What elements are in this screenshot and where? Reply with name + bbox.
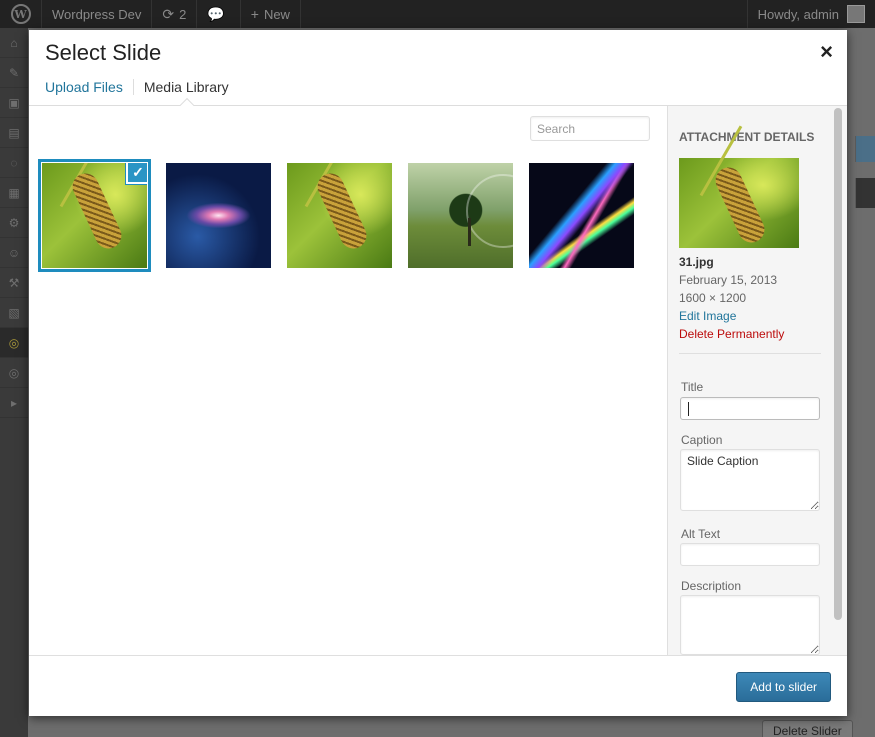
edit-image-link[interactable]: Edit Image [679, 309, 736, 323]
title-label: Title [681, 380, 704, 394]
attachment-date: February 15, 2013 [679, 273, 778, 287]
modal-title: Select Slide [45, 40, 162, 65]
appearance-icon[interactable]: ▦ [0, 178, 28, 208]
avatar [847, 5, 865, 23]
close-icon[interactable]: × [820, 40, 833, 64]
users-icon[interactable]: ☺ [0, 238, 28, 268]
attachment-dimensions: 1600 × 1200 [679, 291, 747, 305]
new-label: New [263, 6, 290, 22]
delete-permanently-link[interactable]: Delete Permanently [679, 327, 784, 341]
updates-link[interactable]: ⟳ 2 [152, 0, 198, 28]
new-content-link[interactable]: + New [241, 0, 301, 28]
tree-landscape-image [408, 163, 513, 268]
attachment-thumbnail[interactable] [287, 163, 392, 268]
account-menu[interactable]: Howdy, admin [746, 0, 875, 28]
galaxy-image [166, 163, 271, 268]
attachment-thumbnail[interactable] [166, 163, 271, 268]
media-library-content: ✓ [29, 106, 667, 655]
attachment-details-heading: Attachment Details [679, 130, 815, 144]
dashboard-icon[interactable]: ⌂ [0, 28, 28, 58]
site-name-link[interactable]: Wordpress Dev [42, 0, 153, 28]
wordpress-logo-icon[interactable]: W [0, 0, 42, 28]
admin-bar: W Wordpress Dev ⟳ 2 💬 + New Howdy, admin [0, 0, 875, 28]
comments-link[interactable]: 💬 [197, 0, 241, 28]
alt-text-field[interactable] [680, 543, 820, 566]
checkmark-icon[interactable]: ✓ [126, 163, 147, 184]
site-name-label: Wordpress Dev [52, 6, 142, 22]
attachment-thumbnail[interactable] [529, 163, 634, 268]
delete-slider-button[interactable]: Delete Slider [762, 720, 853, 737]
caption-field[interactable]: Slide Caption [680, 449, 820, 511]
attachment-thumbnail[interactable]: ✓ [42, 163, 147, 268]
pages-icon[interactable]: ▤ [0, 118, 28, 148]
comments-icon[interactable]: ◌ [0, 148, 28, 178]
alt-text-label: Alt Text [681, 527, 721, 541]
plugins-icon[interactable]: ⚙ [0, 208, 28, 238]
attachment-thumbnail[interactable] [408, 163, 513, 268]
delete-slider-label: Delete Slider [773, 724, 842, 737]
collapse-menu-icon[interactable]: ▸ [0, 388, 28, 418]
description-field[interactable] [680, 595, 820, 655]
attachment-filename: 31.jpg [679, 255, 714, 269]
background-button-dark [855, 178, 875, 208]
select-slide-modal: Select Slide × Upload Files Media Librar… [29, 30, 847, 716]
media-icon[interactable]: ▣ [0, 88, 28, 118]
add-to-slider-button[interactable]: Add to slider [736, 672, 831, 702]
grass-seedhead-image [287, 163, 392, 268]
caption-label: Caption [681, 433, 723, 447]
admin-side-menu: ⌂ ✎ ▣ ▤ ◌ ▦ ⚙ ☺ ⚒ ▧ ◎ ◎ ▸ [0, 28, 28, 737]
modal-toolbar: Add to slider [29, 655, 847, 716]
tab-media-library[interactable]: Media Library [132, 79, 239, 95]
details-divider [679, 353, 821, 354]
text-caret [688, 402, 689, 416]
search-input[interactable] [530, 116, 650, 141]
howdy-label: Howdy, admin [757, 6, 839, 22]
background-button [855, 136, 875, 162]
slider-plugin-secondary-icon[interactable]: ◎ [0, 358, 28, 388]
posts-pin-icon[interactable]: ✎ [0, 58, 28, 88]
refresh-icon: ⟳ [162, 5, 175, 22]
media-router: Upload Files Media Library [45, 78, 239, 96]
tab-upload-files[interactable]: Upload Files [45, 79, 133, 95]
sidebar-scrollbar[interactable] [834, 108, 842, 620]
description-label: Description [681, 579, 742, 593]
slider-plugin-icon[interactable]: ◎ [0, 328, 28, 358]
abstract-light-lines-image [529, 163, 634, 268]
settings-icon[interactable]: ▧ [0, 298, 28, 328]
attachment-details-sidebar: Attachment Details 31.jpg February 15, 2… [667, 106, 847, 655]
attachment-preview-image [679, 158, 799, 248]
updates-count: 2 [179, 6, 187, 22]
title-field[interactable] [680, 397, 820, 420]
tools-icon[interactable]: ⚒ [0, 268, 28, 298]
comment-bubble-icon: 💬 [207, 5, 225, 22]
plus-icon: + [250, 6, 259, 22]
